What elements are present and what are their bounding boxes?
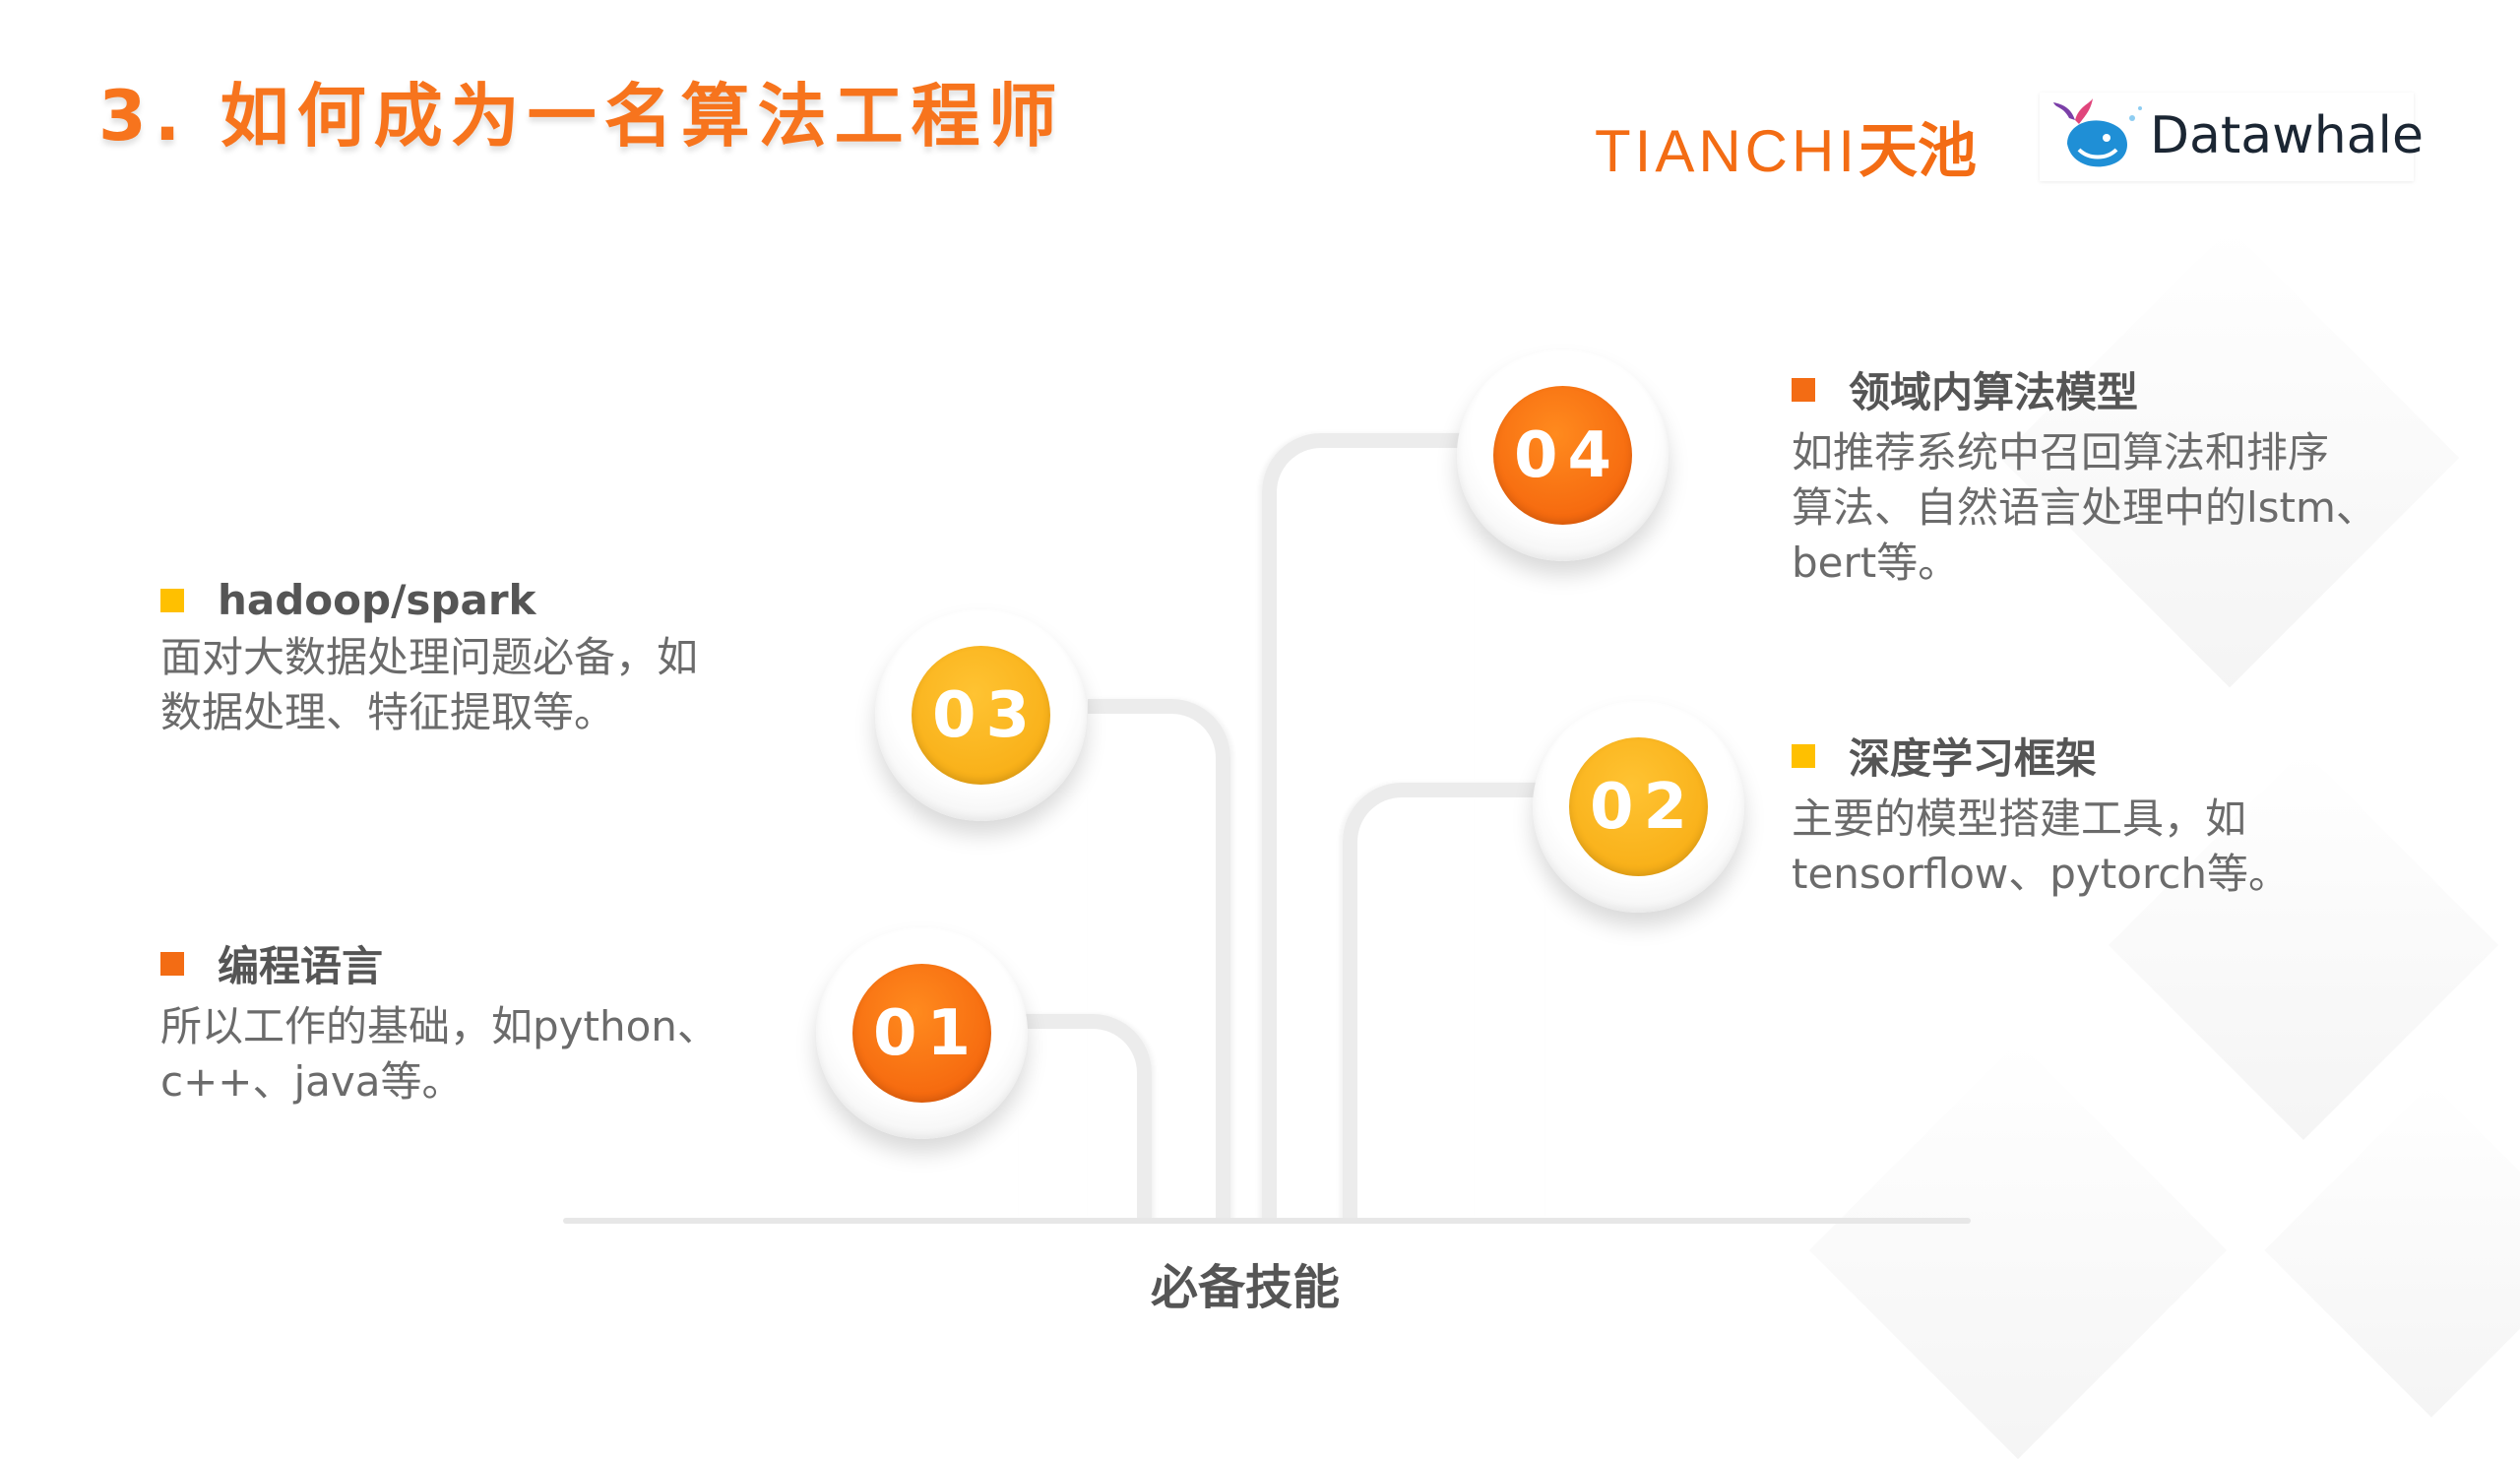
skill-block-02: 深度学习框架 主要的模型搭建工具，如 tensorflow、pytorch等。 [1792, 726, 2290, 902]
skill-heading-text: hadoop/spark [218, 576, 536, 624]
tianchi-logo-cn: 天池 [1858, 118, 1977, 184]
datawhale-wordmark: Datawhale [2150, 106, 2424, 165]
skill-description-line: c++、java等。 [160, 1057, 464, 1106]
step-number-02: 02 [1569, 737, 1708, 876]
axis-label: 必备技能 [1150, 1260, 1340, 1315]
step-number-01: 01 [852, 964, 991, 1103]
datawhale-logo: Datawhale [2040, 93, 2424, 181]
tianchi-logo: TIANCHI天池 [1595, 103, 1977, 189]
skill-description-line: bert等。 [1792, 539, 1960, 587]
skill-heading-text: 编程语言 [218, 942, 384, 990]
skill-description-line: 主要的模型搭建工具，如 [1792, 794, 2247, 843]
tianchi-logo-latin: TIANCHI [1595, 118, 1858, 184]
whale-icon [2053, 98, 2142, 167]
skill-heading-text: 深度学习框架 [1849, 734, 2098, 783]
skill-description-line: 面对大数据处理问题必备，如 [160, 633, 699, 681]
step-circle-02: 02 [1533, 701, 1744, 913]
baseline-axis [563, 1218, 1971, 1224]
skill-block-01: 编程语言 所以工作的基础，如python、 c++、java等。 [160, 933, 719, 1110]
connector-line-02 [1343, 783, 1544, 1221]
background-shape [1808, 1041, 2228, 1459]
skill-description-line: 数据处理、特征提取等。 [160, 688, 616, 736]
square-bullet-icon [160, 588, 184, 612]
skill-description-line: 如推荐系统中召回算法和排序 [1792, 428, 2330, 476]
skill-description-line: 所以工作的基础，如python、 [160, 1002, 719, 1050]
skill-block-04: 领域内算法模型 如推荐系统中召回算法和排序 算法、自然语言处理中的lstm、 b… [1792, 359, 2377, 591]
step-circle-03: 03 [875, 609, 1087, 821]
skill-heading-text: 领域内算法模型 [1849, 368, 2139, 416]
square-bullet-icon [1792, 743, 1815, 768]
skill-heading: 领域内算法模型 [1792, 359, 2377, 419]
step-number-04: 04 [1493, 386, 1632, 525]
step-number-03: 03 [912, 646, 1050, 785]
skill-description-line: 算法、自然语言处理中的lstm、 [1792, 483, 2377, 532]
skill-heading: 深度学习框架 [1792, 726, 2290, 786]
page-title: 3. 如何成为一名算法工程师 [98, 76, 1065, 157]
step-circle-04: 04 [1457, 349, 1669, 561]
square-bullet-icon [160, 951, 184, 976]
connector-line-01 [1019, 1014, 1152, 1221]
skill-block-03: hadoop/spark 面对大数据处理问题必备，如 数据处理、特征提取等。 [160, 576, 698, 740]
skill-heading: 编程语言 [160, 933, 719, 993]
skill-description-line: tensorflow、pytorch等。 [1792, 850, 2291, 898]
step-circle-01: 01 [816, 927, 1028, 1139]
square-bullet-icon [1792, 377, 1815, 402]
skill-heading: hadoop/spark [160, 576, 698, 624]
